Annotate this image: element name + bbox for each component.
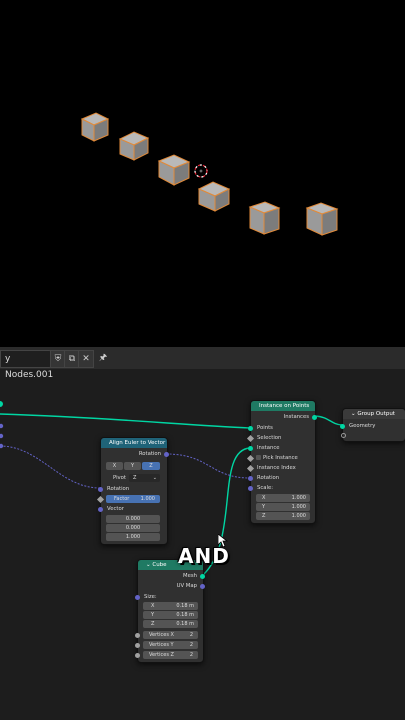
scale-y-field[interactable]: Y 1.000 <box>256 503 310 511</box>
size-label: Size: <box>144 594 157 600</box>
axis-z-button[interactable]: Z <box>142 462 160 470</box>
factor-value: 1.000 <box>140 496 155 502</box>
node-editor[interactable] <box>0 347 405 720</box>
vertices-value: 2 <box>189 632 193 638</box>
vertices-y-field[interactable]: Vertices Y 2 <box>143 641 198 649</box>
factor-label: Factor <box>114 496 130 502</box>
instance-on-points-node[interactable]: Instance on Points Instances Points Sele… <box>246 400 317 524</box>
rotation-label: Rotation <box>257 475 280 481</box>
close-icon[interactable]: ✕ <box>78 350 94 368</box>
size-value: 0.18 m <box>176 621 194 627</box>
input-socket[interactable] <box>341 433 346 438</box>
scale-x-field[interactable]: X 1.000 <box>256 494 310 502</box>
input-socket[interactable] <box>98 487 103 492</box>
input-socket[interactable] <box>340 424 345 429</box>
cube-node[interactable]: ⌄ Cube Mesh UV Map Size: X 0.18 m Y 0.18 m… <box>135 559 205 663</box>
pivot-dropdown[interactable]: Z ⌄ <box>129 474 160 482</box>
node-title-text: Group Output <box>357 411 395 417</box>
instance-label: Instance <box>257 445 280 451</box>
pivot-value: Z <box>133 475 137 481</box>
input-socket[interactable] <box>135 595 140 600</box>
pin-icon[interactable]: 🖈 <box>96 350 110 366</box>
cube-object[interactable] <box>76 109 112 145</box>
axis-label: Z <box>151 621 155 627</box>
pick-instance-label: Pick Instance <box>263 455 298 461</box>
size-x-field[interactable]: X 0.18 m <box>143 602 198 610</box>
group-output-node[interactable]: ⌄ Group Output Geometry <box>340 408 405 442</box>
checkbox-icon <box>256 455 261 460</box>
input-socket[interactable] <box>135 633 140 638</box>
cube-object[interactable] <box>116 127 152 163</box>
vertices-z-field[interactable]: Vertices Z 2 <box>143 651 198 659</box>
align-euler-to-vector-node[interactable]: Align Euler to Vector Rotation X Y Z Piv… <box>96 437 169 545</box>
vertices-label: Vertices Z <box>149 652 174 658</box>
size-z-field[interactable]: Z 0.18 m <box>143 620 198 628</box>
chevron-down-icon: ⌄ <box>152 475 157 481</box>
axis-label: Y <box>262 504 266 510</box>
vector-z-field[interactable]: 1.000 <box>106 533 160 541</box>
axis-label: Y <box>151 612 155 618</box>
input-socket[interactable] <box>135 643 140 648</box>
scale-value: 1.000 <box>291 504 306 510</box>
output-mesh-label: Mesh <box>183 573 197 579</box>
nodegroup-name-field[interactable]: y Nodes.001 <box>0 350 53 380</box>
vector-y-field[interactable]: 0.000 <box>106 524 160 532</box>
axis-y-button[interactable]: Y <box>124 462 141 470</box>
scale-value: 1.000 <box>291 495 306 501</box>
input-socket[interactable] <box>248 446 253 451</box>
scale-z-field[interactable]: Z 1.000 <box>256 512 310 520</box>
axis-label: X <box>151 603 155 609</box>
input-socket[interactable] <box>248 476 253 481</box>
size-value: 0.18 m <box>176 612 194 618</box>
vertices-value: 2 <box>189 652 193 658</box>
factor-field[interactable]: Factor 1.000 <box>106 495 160 503</box>
pick-instance-checkbox[interactable]: Pick Instance <box>256 454 315 462</box>
vector-x-field[interactable]: 0.000 <box>106 515 160 523</box>
input-socket[interactable] <box>98 507 103 512</box>
3d-viewport[interactable] <box>0 0 405 347</box>
chevron-down-icon: ⌄ <box>351 411 356 417</box>
vertices-label: Vertices Y <box>149 642 174 648</box>
points-label: Points <box>257 425 273 431</box>
vertices-label: Vertices X <box>149 632 174 638</box>
node-title[interactable]: Instance on Points <box>251 401 315 411</box>
geometry-label: Geometry <box>349 423 376 429</box>
cube-object[interactable] <box>156 151 192 187</box>
vertices-x-field[interactable]: Vertices X 2 <box>143 631 198 639</box>
mouse-pointer-icon <box>217 533 229 548</box>
input-socket[interactable] <box>248 486 253 491</box>
output-socket[interactable] <box>312 415 317 420</box>
size-y-field[interactable]: Y 0.18 m <box>143 611 198 619</box>
node-title[interactable]: ⌄ Group Output <box>343 409 405 419</box>
output-uv-label: UV Map <box>176 583 197 589</box>
chevron-down-icon: ⌄ <box>146 562 151 568</box>
input-socket[interactable] <box>248 426 253 431</box>
node-title[interactable]: Align Euler to Vector <box>101 438 167 448</box>
cube-object[interactable] <box>196 177 232 213</box>
axis-x-button[interactable]: X <box>106 462 123 470</box>
instance-index-label: Instance Index <box>257 465 296 471</box>
rotation-input-label: Rotation <box>107 486 130 492</box>
output-socket[interactable] <box>200 584 205 589</box>
selection-label: Selection <box>257 435 282 441</box>
cube-object[interactable] <box>304 200 340 236</box>
scale-value: 1.000 <box>291 513 306 519</box>
output-instances-label: Instances <box>283 414 309 420</box>
node-title-text: Cube <box>152 562 167 568</box>
output-socket[interactable] <box>164 452 169 457</box>
size-value: 0.18 m <box>176 603 194 609</box>
axis-label: Z <box>262 513 266 519</box>
vertices-value: 2 <box>189 642 193 648</box>
output-socket[interactable] <box>200 574 205 579</box>
cube-object[interactable] <box>246 199 282 235</box>
3d-cursor-icon <box>192 162 210 180</box>
scale-label: Scale: <box>257 485 274 491</box>
output-rotation-label: Rotation <box>138 451 161 457</box>
vector-label: Vector <box>107 506 124 512</box>
axis-label: X <box>262 495 266 501</box>
input-socket[interactable] <box>135 653 140 658</box>
